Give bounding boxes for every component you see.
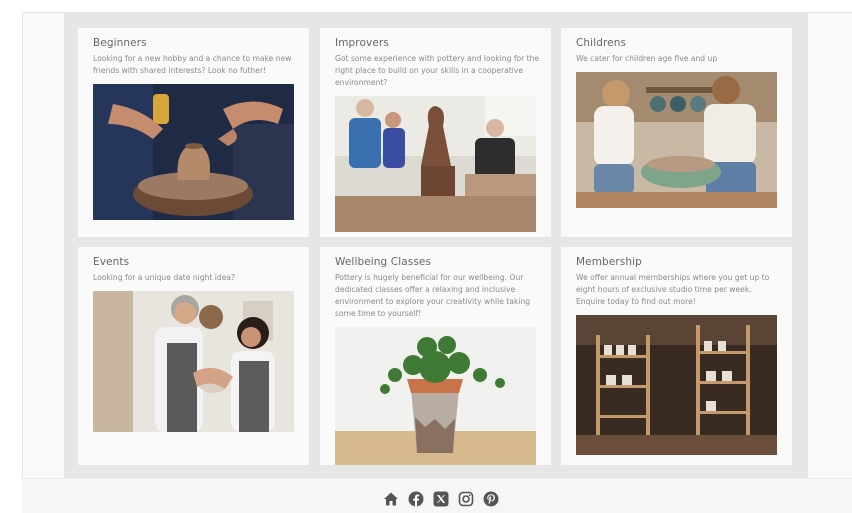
card-improvers[interactable]: Improvers Got some experience with potte… <box>320 28 551 237</box>
card-title: Beginners <box>93 37 147 49</box>
card-title: Membership <box>576 256 642 268</box>
card-description: We offer annual memberships where you ge… <box>576 273 770 306</box>
card-title: Childrens <box>576 37 627 49</box>
card-description: Got some experience with pottery and loo… <box>335 54 540 87</box>
card-title: Events <box>93 256 130 268</box>
card-childrens[interactable]: Childrens We cater for children age five… <box>561 28 792 237</box>
card-title: Wellbeing Classes <box>335 256 432 268</box>
home-icon[interactable] <box>383 491 399 507</box>
card-title: Improvers <box>335 37 389 49</box>
pinterest-icon[interactable] <box>483 491 499 507</box>
classes-grid: Beginners Looking for a new hobby and a … <box>64 13 808 478</box>
card-image-membership <box>576 315 777 455</box>
card-wellbeing-classes[interactable]: Wellbeing Classes Pottery is hugely bene… <box>320 247 551 465</box>
card-image-improvers <box>335 96 536 232</box>
card-image-childrens <box>576 72 777 208</box>
social-links <box>383 491 499 507</box>
card-description: Looking for a new hobby and a chance to … <box>93 54 292 75</box>
card-description: Looking for a unique date night idea? <box>93 273 236 282</box>
instagram-icon[interactable] <box>458 491 474 507</box>
card-description: We cater for children age five and up <box>576 54 718 63</box>
card-image-wellbeing-classes <box>335 327 536 465</box>
card-description: Pottery is hugely beneficial for our wel… <box>335 273 531 318</box>
facebook-icon[interactable] <box>408 491 424 507</box>
x-twitter-icon[interactable] <box>433 491 449 507</box>
card-beginners[interactable]: Beginners Looking for a new hobby and a … <box>78 28 309 237</box>
card-image-events <box>93 291 294 432</box>
card-events[interactable]: Events Looking for a unique date night i… <box>78 247 309 465</box>
card-image-beginners <box>93 84 294 220</box>
card-membership[interactable]: Membership We offer annual memberships w… <box>561 247 792 465</box>
